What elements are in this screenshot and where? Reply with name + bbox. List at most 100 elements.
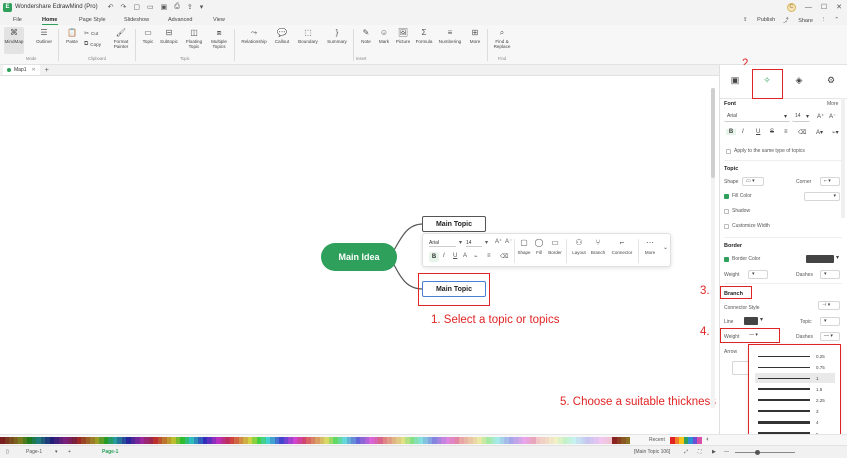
- zoom-out-icon[interactable]: —: [724, 449, 729, 455]
- mindmap-button[interactable]: ⌘ MindMap: [4, 27, 24, 54]
- numbering-button[interactable]: ≡ Numbering: [437, 27, 463, 44]
- central-topic[interactable]: Main Idea: [321, 243, 397, 271]
- border-dashes-select[interactable]: ▾: [820, 270, 840, 279]
- color-palette[interactable]: [0, 437, 630, 444]
- align-icon[interactable]: ≡: [487, 253, 491, 259]
- close-tab-icon[interactable]: ✕: [32, 67, 36, 73]
- weight-option[interactable]: 2.25: [755, 395, 835, 405]
- more-button[interactable]: ⋯ More: [641, 238, 659, 255]
- page-select[interactable]: Page-1: [26, 449, 42, 455]
- cut-button[interactable]: ✂ Cut: [84, 30, 98, 37]
- line-color-swatch[interactable]: [744, 317, 758, 325]
- chevron-down-icon[interactable]: ▾: [459, 239, 462, 246]
- menu-tab-slideshow[interactable]: Slideshow: [124, 17, 149, 23]
- avatar[interactable]: C: [786, 2, 796, 12]
- save-icon[interactable]: ▣: [161, 3, 168, 11]
- palette-settings-icon[interactable]: ◐: [706, 436, 710, 443]
- picture-button[interactable]: 🖼 Picture: [393, 27, 413, 44]
- apply-same-checkbox[interactable]: [726, 149, 731, 154]
- font-size-select[interactable]: 14: [466, 240, 482, 247]
- zoom-slider-knob[interactable]: [755, 450, 760, 455]
- maximize-icon[interactable]: ☐: [821, 3, 827, 11]
- add-tab-button[interactable]: +: [45, 67, 49, 74]
- layout-button[interactable]: ⚇ Layout: [570, 238, 588, 255]
- chevron-down-icon[interactable]: ⌄: [663, 244, 668, 251]
- weight-option[interactable]: 0.25: [755, 351, 835, 361]
- fullscreen-icon[interactable]: ⛶: [698, 449, 702, 455]
- relationship-button[interactable]: ⤳ Relationship: [240, 27, 268, 44]
- minimize-icon[interactable]: —: [805, 4, 812, 11]
- weight-option[interactable]: 1.5: [755, 384, 835, 394]
- undo-icon[interactable]: ↶: [108, 3, 114, 11]
- border-button[interactable]: ▭ Border: [546, 238, 564, 255]
- font-grow-icon[interactable]: A⁺: [817, 113, 824, 120]
- menu-tab-file[interactable]: File: [13, 17, 22, 23]
- settings-panel-icon[interactable]: ⚙: [824, 75, 838, 89]
- multiple-topics-button[interactable]: ⧈ Multiple Topics: [209, 27, 229, 49]
- menu-tab-advanced[interactable]: Advanced: [168, 17, 192, 23]
- font-grow-icon[interactable]: A⁺: [495, 238, 502, 245]
- quick-access-more-icon[interactable]: ▾: [200, 3, 204, 11]
- topic-button[interactable]: ▭ Topic: [138, 27, 158, 44]
- recent-colors[interactable]: [670, 437, 702, 444]
- canvas[interactable]: Main Idea Main Topic Main Topic Arial ▾ …: [0, 76, 719, 434]
- zoom-slider[interactable]: [735, 450, 795, 455]
- menu-tab-page-style[interactable]: Page Style: [79, 17, 106, 23]
- branch-button[interactable]: ⑂ Branch: [589, 238, 607, 255]
- border-color-swatch[interactable]: [806, 255, 834, 263]
- border-color-checkbox[interactable]: [724, 257, 729, 262]
- bold-icon[interactable]: B: [726, 129, 736, 135]
- print-icon[interactable]: ⎙: [174, 3, 180, 11]
- scrollbar-thumb[interactable]: [711, 88, 715, 178]
- branch-topic-select[interactable]: ▾: [820, 317, 840, 326]
- font-more-link[interactable]: More: [827, 101, 838, 107]
- connector-button[interactable]: ⌐ Connector: [611, 238, 633, 255]
- mark-panel-icon[interactable]: ◈: [792, 75, 806, 89]
- open-file-icon[interactable]: ▭: [147, 3, 154, 11]
- copy-button[interactable]: ⧉ Copy: [84, 41, 101, 48]
- paste-button[interactable]: 📋 Paste: [62, 27, 82, 44]
- chevron-down-icon[interactable]: ▾: [55, 449, 58, 455]
- font-shrink-icon[interactable]: A⁻: [505, 238, 512, 245]
- page-nav-icon[interactable]: ▯: [6, 449, 9, 455]
- menu-more-icon[interactable]: ⋮: [821, 17, 827, 23]
- font-family-select[interactable]: Arial: [429, 240, 456, 247]
- bold-button[interactable]: B: [429, 252, 439, 262]
- text-color-icon[interactable]: A: [463, 253, 467, 259]
- font-shrink-icon[interactable]: A⁻: [829, 113, 836, 120]
- play-icon[interactable]: ▶: [712, 449, 716, 455]
- page-tab-active[interactable]: Page-1: [102, 449, 118, 455]
- chevron-down-icon[interactable]: ▾: [760, 316, 763, 323]
- floating-topic-button[interactable]: ◫ Floating Topic: [184, 27, 204, 49]
- menu-tab-home[interactable]: Home: [42, 17, 57, 23]
- weight-option[interactable]: 0.75: [755, 362, 835, 372]
- shape-select[interactable]: ▭ ▾: [742, 177, 764, 186]
- chevron-down-icon[interactable]: ▾: [806, 113, 809, 120]
- boundary-button[interactable]: ⬚ Boundary: [296, 27, 320, 44]
- chevron-down-icon[interactable]: ▾: [836, 254, 839, 261]
- fill-color-select[interactable]: ▾: [804, 192, 840, 201]
- weight-option[interactable]: 3: [755, 406, 835, 416]
- formula-button[interactable]: Σ Formula: [414, 27, 434, 44]
- note-button[interactable]: ✎ Note: [356, 27, 376, 44]
- callout-button[interactable]: 💬 Callout: [272, 27, 292, 44]
- main-topic-node[interactable]: Main Topic: [422, 216, 486, 232]
- fit-page-icon[interactable]: ⤢: [684, 449, 688, 455]
- share-button[interactable]: ⤴ Share: [783, 16, 813, 24]
- italic-icon[interactable]: I: [443, 253, 445, 259]
- format-panel-icon[interactable]: ▣: [728, 75, 742, 89]
- highlight-icon[interactable]: ⌁: [474, 253, 478, 260]
- corner-select[interactable]: ⌐ ▾: [820, 177, 840, 186]
- panel-scrollbar[interactable]: [841, 98, 845, 218]
- redo-icon[interactable]: ↷: [120, 3, 126, 11]
- collapse-ribbon-icon[interactable]: ⌃: [834, 17, 839, 23]
- canvas-scrollbar[interactable]: [711, 88, 715, 408]
- italic-icon[interactable]: I: [742, 129, 744, 135]
- strikethrough-icon[interactable]: S: [770, 129, 774, 135]
- clear-format-icon[interactable]: ⌫: [500, 253, 508, 260]
- document-tab-map1[interactable]: Map1 ✕: [3, 65, 40, 75]
- more-insert-button[interactable]: ⊞ More: [465, 27, 485, 44]
- close-icon[interactable]: ✕: [836, 3, 842, 11]
- weight-option[interactable]: 4: [755, 417, 835, 427]
- font-family-field[interactable]: Arial: [724, 113, 790, 122]
